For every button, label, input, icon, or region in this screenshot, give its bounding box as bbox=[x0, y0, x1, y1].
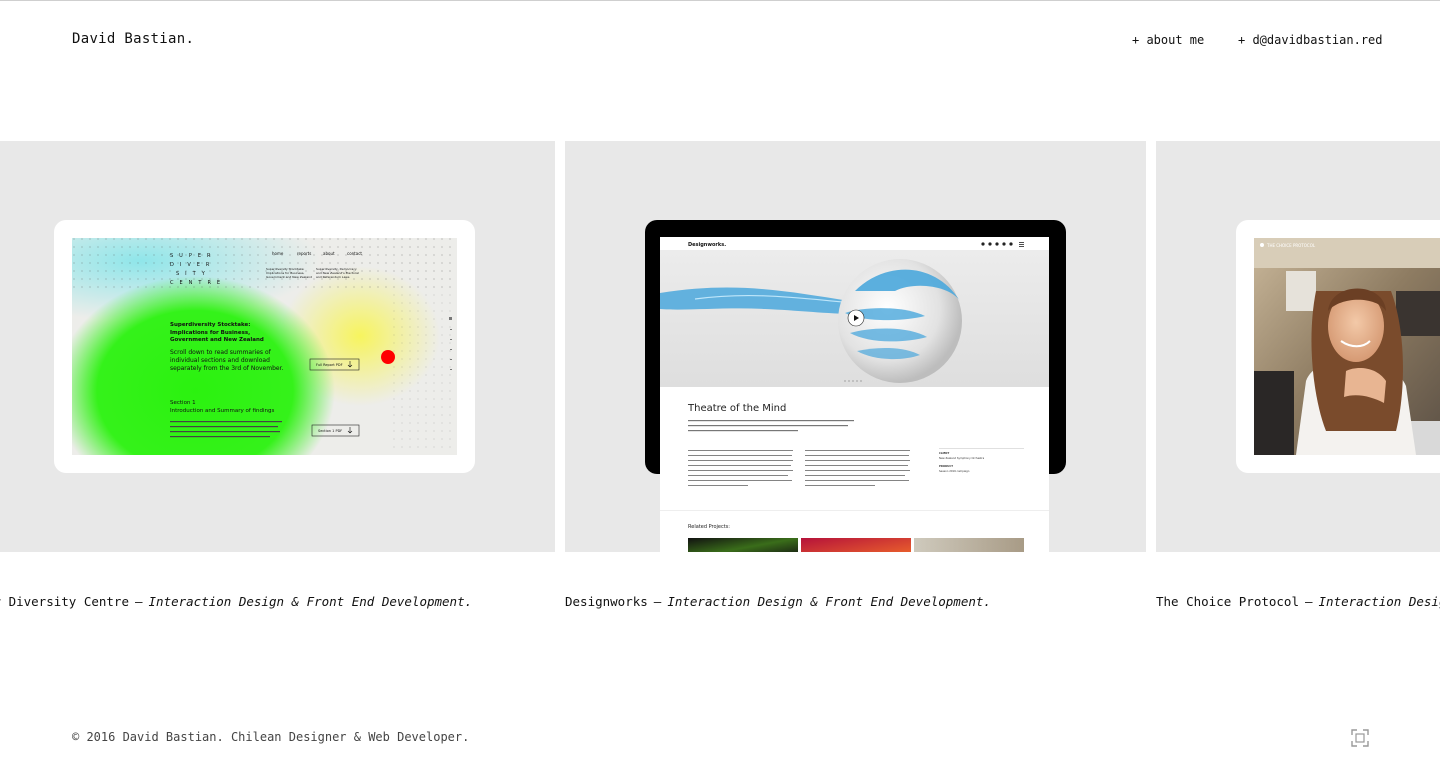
caption-dash: — bbox=[135, 594, 143, 609]
project-title: er Diversity Centre bbox=[0, 594, 129, 609]
user-icon bbox=[1260, 243, 1264, 247]
footer-copyright: © 2016 David Bastian. Chilean Designer &… bbox=[72, 730, 470, 744]
sdc-nav-item[interactable]: reports bbox=[297, 251, 311, 256]
caption-dash: — bbox=[653, 594, 662, 609]
sdc-nav-item[interactable]: about bbox=[323, 251, 335, 256]
dw-client-label: CLIENT bbox=[939, 451, 949, 455]
tcp-logo[interactable]: THE CHOICE PROTOCOL bbox=[1266, 243, 1316, 248]
dw-play-button[interactable] bbox=[847, 309, 865, 327]
sdc-logo-line: SITY bbox=[176, 271, 211, 277]
sdc-section-label: Section 1 bbox=[170, 400, 196, 406]
sdc-section-title: Introduction and Summary of findings bbox=[170, 408, 274, 414]
project-title: Designworks bbox=[565, 594, 648, 609]
sdc-logo-line: DIVER bbox=[170, 262, 215, 268]
dw-product-value: Season 2016 campaign bbox=[939, 469, 970, 473]
project-card-superdiversity[interactable]: SUPER DIVER SITY CENTRE home reports abo… bbox=[0, 141, 555, 552]
caption-dash: — bbox=[1305, 594, 1313, 609]
project-caption-designworks[interactable]: Designworks — Interaction Design & Front E… bbox=[565, 594, 991, 609]
project-caption-superdiversity[interactable]: er Diversity Centre — Interaction Design &… bbox=[0, 594, 472, 609]
sdc-nav-item[interactable]: home bbox=[272, 251, 284, 256]
project-role: Interaction Design & Front End Developme… bbox=[667, 594, 991, 609]
nav-email-link[interactable]: + d@davidbastian.red bbox=[1238, 33, 1383, 47]
sdc-intro: Scroll down to read summaries of individ… bbox=[170, 349, 283, 372]
dw-article-title: Theatre of the Mind bbox=[687, 403, 786, 414]
project-caption-choice-protocol[interactable]: The Choice Protocol — Interaction Design &… bbox=[1156, 594, 1440, 609]
dw-related-heading: Related Projects: bbox=[688, 524, 730, 530]
sdc-sublink-2[interactable]: Superdiversity, Democracy and New Zealan… bbox=[316, 267, 362, 285]
project-card-designworks[interactable]: Designworks. Theatre of the Mind CLIENT … bbox=[565, 141, 1146, 552]
dw-related-thumb[interactable] bbox=[688, 538, 798, 552]
sdc-headline: Superdiversity Stocktake: Implications f… bbox=[170, 322, 264, 343]
sdc-nav-item[interactable]: contact bbox=[347, 251, 362, 256]
superdiversity-mockup: SUPER DIVER SITY CENTRE home reports abo… bbox=[54, 220, 475, 473]
dw-product-label: PRODUCT bbox=[939, 464, 953, 468]
dw-client-value: New Zealand Symphony Orchestra bbox=[939, 456, 985, 460]
project-role: Interaction Design & Front End Developme… bbox=[1318, 594, 1440, 609]
project-card-choice-protocol[interactable]: THE CHOICE PROTOCOL bbox=[1156, 141, 1440, 552]
sdc-logo-line: SUPER bbox=[170, 253, 216, 259]
designworks-mockup: Designworks. Theatre of the Mind CLIENT … bbox=[645, 220, 1066, 552]
project-role: Interaction Design & Front End Developme… bbox=[148, 594, 473, 609]
svg-text:Full Report PDF: Full Report PDF bbox=[316, 363, 343, 367]
sdc-sublink-1[interactable]: Superdiversity Stocktake: Implications f… bbox=[266, 267, 314, 285]
sdc-logo-line: CENTRE bbox=[170, 280, 226, 286]
dw-related-thumb[interactable] bbox=[801, 538, 911, 552]
svg-text:Section 1 PDF: Section 1 PDF bbox=[318, 429, 342, 433]
top-border bbox=[0, 0, 1440, 1]
project-title: The Choice Protocol bbox=[1156, 594, 1299, 609]
site-logo[interactable]: David Bastian. bbox=[72, 31, 194, 47]
dw-logo[interactable]: Designworks. bbox=[688, 242, 726, 248]
nav-about-link[interactable]: + about me bbox=[1132, 33, 1204, 47]
choice-protocol-mockup: THE CHOICE PROTOCOL bbox=[1236, 220, 1440, 473]
fullscreen-icon[interactable] bbox=[1351, 729, 1369, 747]
dw-related-thumb[interactable] bbox=[914, 538, 1024, 552]
